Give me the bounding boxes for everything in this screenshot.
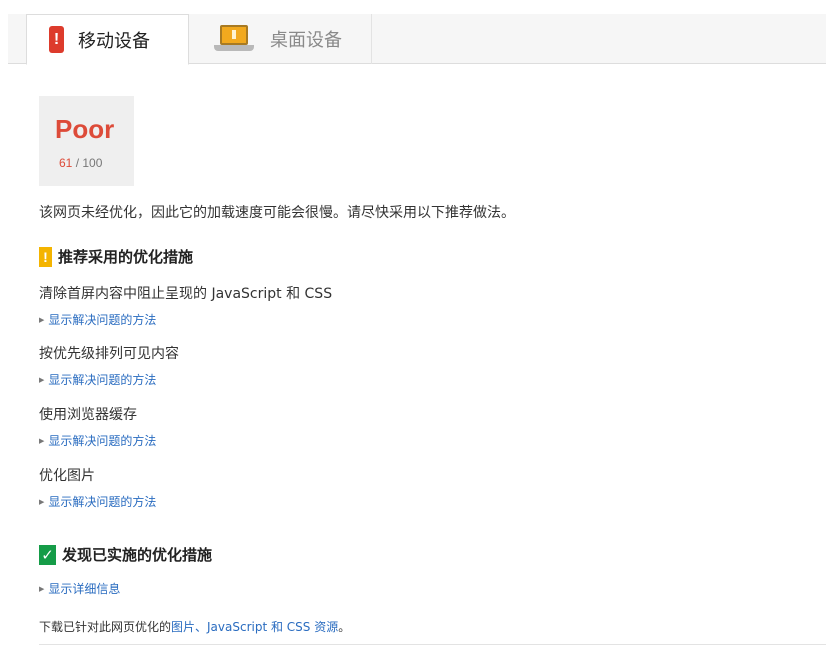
score-rating: Poor — [55, 114, 115, 144]
show-details-link[interactable]: ▶ 显示详细信息 — [39, 580, 120, 597]
laptop-icon — [212, 24, 256, 54]
expand-triangle-icon: ▶ — [39, 436, 45, 445]
score-badge: Poor 61 / 100 — [39, 96, 134, 186]
score-number: 61 / 100 — [59, 156, 102, 170]
footer-prefix: 下载已针对此网页优化的 — [39, 620, 172, 634]
phone-alert-icon: ! — [49, 26, 64, 53]
show-fix-link-label: 显示解决问题的方法 — [48, 373, 157, 387]
check-icon: ✓ — [39, 544, 56, 565]
passed-section-header: ✓ 发现已实施的优化措施 — [39, 544, 212, 565]
score-value: 61 — [59, 156, 73, 170]
show-fix-link[interactable]: ▶ 显示解决问题的方法 — [39, 371, 156, 388]
tab-desktop-label: 桌面设备 — [270, 30, 342, 51]
rule-title: 优化图片 — [39, 468, 95, 484]
show-fix-link[interactable]: ▶ 显示解决问题的方法 — [39, 493, 156, 510]
device-tab-bar: ! 移动设备 桌面设备 — [8, 14, 826, 65]
show-fix-link[interactable]: ▶ 显示解决问题的方法 — [39, 432, 156, 449]
show-fix-link-label: 显示解决问题的方法 — [48, 434, 157, 448]
download-resources-link[interactable]: 图片、JavaScript 和 CSS 资源 — [171, 620, 338, 634]
recommended-section-title: 推荐采用的优化措施 — [58, 248, 194, 266]
expand-triangle-icon: ▶ — [39, 315, 45, 324]
footer-suffix: 。 — [338, 620, 351, 634]
warning-icon: ! — [39, 246, 52, 267]
tab-mobile-label: 移动设备 — [78, 30, 150, 52]
show-fix-link-label: 显示解决问题的方法 — [48, 313, 157, 327]
expand-triangle-icon: ▶ — [39, 497, 45, 506]
expand-triangle-icon: ▶ — [39, 584, 45, 593]
divider — [39, 644, 826, 645]
summary-text: 该网页未经优化，因此它的加载速度可能会很慢。请尽快采用以下推荐做法。 — [39, 205, 515, 221]
show-fix-link-label: 显示解决问题的方法 — [48, 495, 157, 509]
tab-desktop[interactable]: 桌面设备 — [206, 14, 372, 64]
expand-triangle-icon: ▶ — [39, 375, 45, 384]
score-max: / 100 — [75, 156, 103, 170]
download-optimized-resources: 下载已针对此网页优化的图片、JavaScript 和 CSS 资源。 — [39, 618, 350, 635]
rule-title: 按优先级排列可见内容 — [39, 346, 179, 362]
recommended-section-header: ! 推荐采用的优化措施 — [39, 246, 193, 267]
show-details-link-label: 显示详细信息 — [48, 582, 121, 596]
rule-title: 使用浏览器缓存 — [39, 407, 137, 423]
passed-section-title: 发现已实施的优化措施 — [62, 546, 213, 564]
show-fix-link[interactable]: ▶ 显示解决问题的方法 — [39, 311, 156, 328]
tab-mobile[interactable]: ! 移动设备 — [26, 14, 189, 65]
rule-title: 清除首屏内容中阻止呈现的 JavaScript 和 CSS — [39, 286, 333, 302]
